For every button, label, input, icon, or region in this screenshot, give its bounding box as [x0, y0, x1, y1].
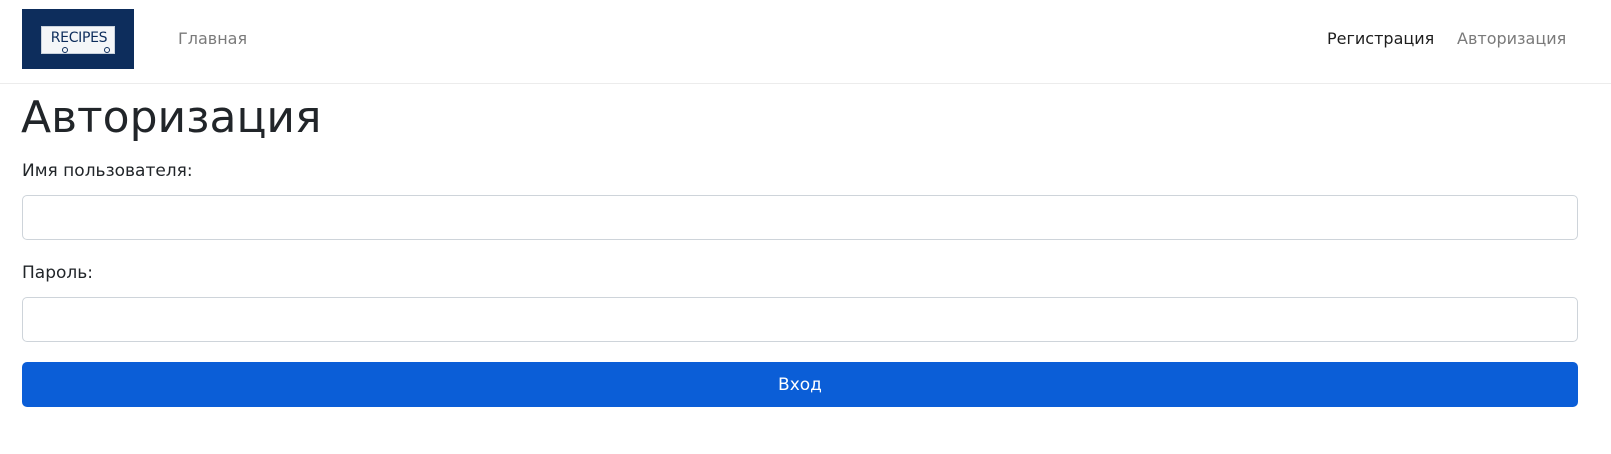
username-input[interactable] — [22, 195, 1578, 240]
logo-ornament-icon — [62, 47, 68, 53]
nav-home-link[interactable]: Главная — [178, 28, 247, 50]
logo-badge: RECIPES — [41, 26, 115, 54]
nav-register-link[interactable]: Регистрация — [1327, 28, 1434, 50]
logo-text: RECIPES — [50, 30, 108, 46]
login-submit-button[interactable]: Вход — [22, 362, 1578, 407]
password-input[interactable] — [22, 297, 1578, 342]
nav-login-link[interactable]: Авторизация — [1457, 28, 1566, 50]
password-label: Пароль: — [22, 263, 94, 283]
navbar: RECIPES Главная Регистрация Авторизация — [0, 0, 1611, 84]
logo-ornament-icon — [104, 47, 110, 53]
username-label: Имя пользователя: — [22, 161, 193, 181]
page-title: Авторизация — [21, 92, 322, 143]
recipes-logo[interactable]: RECIPES — [22, 9, 134, 69]
